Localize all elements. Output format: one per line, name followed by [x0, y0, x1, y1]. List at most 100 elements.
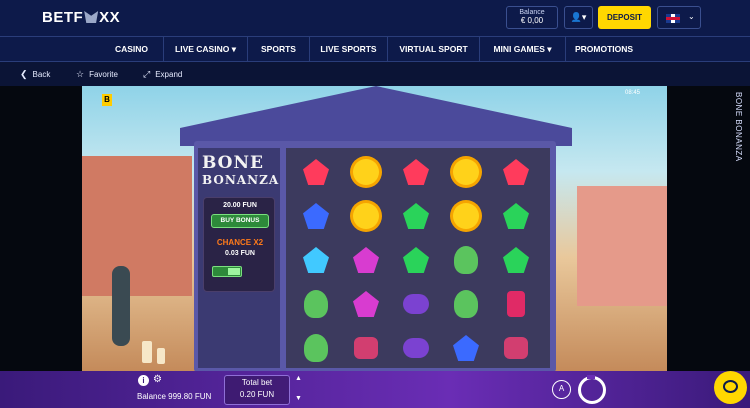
- favorite-button[interactable]: ☆ Favorite: [76, 62, 118, 86]
- chance-x2-toggle[interactable]: [212, 266, 242, 277]
- blue-gem-icon: [303, 203, 329, 229]
- grapes-icon: [403, 338, 429, 358]
- side-game-title: BONE BONANZA: [734, 92, 743, 162]
- reel-cell: [344, 150, 388, 194]
- pink-gem-icon: [353, 291, 379, 317]
- reel-cell: [394, 326, 438, 370]
- red-gem-icon: [403, 159, 429, 185]
- info-icon[interactable]: i: [138, 375, 149, 386]
- reel-cell: [344, 326, 388, 370]
- reel-cell: [394, 238, 438, 282]
- green-gem-icon: [403, 247, 429, 273]
- reel-cell: [294, 238, 338, 282]
- chevron-down-icon: ⌄: [688, 12, 695, 21]
- total-bet-display: Total bet 0.20 FUN: [224, 375, 290, 405]
- balance-label: Balance: [519, 9, 545, 16]
- reel-cell: [294, 282, 338, 326]
- nav-mini-games[interactable]: MINI GAMES ▾: [480, 37, 566, 62]
- blue-gem-icon: [453, 335, 479, 361]
- reel-cell: [494, 238, 538, 282]
- balance-value: € 0,00: [520, 16, 544, 25]
- skull-icon: [454, 246, 478, 274]
- game-clock: 08:45: [625, 90, 641, 96]
- nav-casino[interactable]: CASINO: [100, 37, 164, 62]
- bet-increase-icon[interactable]: ▲: [295, 375, 302, 382]
- gear-icon[interactable]: ⚙: [153, 374, 162, 385]
- star-icon: ☆: [76, 69, 85, 79]
- mustache-icon: [354, 337, 378, 359]
- red-gem-icon: [303, 159, 329, 185]
- pink-gem-icon: [353, 247, 379, 273]
- language-selector[interactable]: ⌄: [657, 6, 701, 29]
- buy-bonus-price: 20.00 FUN: [223, 202, 257, 209]
- candle-decoration: [157, 348, 165, 364]
- reel-cell: [394, 150, 438, 194]
- spin-button[interactable]: [578, 375, 606, 404]
- reel-cell: [294, 326, 338, 370]
- candle-decoration: [142, 341, 152, 363]
- reel-cell: [394, 194, 438, 238]
- background-house-right: [577, 186, 667, 306]
- uk-flag-icon: [666, 14, 680, 23]
- back-arrow-icon: ❮: [20, 69, 28, 79]
- autoplay-button[interactable]: A: [552, 380, 571, 399]
- total-bet-label: Total bet: [241, 378, 273, 387]
- nav-sports[interactable]: SPORTS: [248, 37, 310, 62]
- sun-icon: [353, 159, 379, 185]
- game-control-bar: i ⚙ Balance 999.80 FUN Total bet 0.20 FU…: [0, 371, 750, 408]
- game-logo-line2: BONANZA: [202, 173, 280, 187]
- reel-cell: [494, 282, 538, 326]
- reel-cell: [344, 238, 388, 282]
- green-gem-icon: [403, 203, 429, 229]
- reel-cell: [444, 150, 488, 194]
- green-gem-icon: [503, 203, 529, 229]
- chance-x2-price: 0.03 FUN: [225, 250, 255, 257]
- nav-live-sports[interactable]: LIVE SPORTS: [310, 37, 388, 62]
- sun-icon: [453, 159, 479, 185]
- grapes-icon: [403, 294, 429, 314]
- skull-icon: [454, 290, 478, 318]
- sun-icon: [353, 203, 379, 229]
- mustache-icon: [504, 337, 528, 359]
- expand-icon: ⤢: [143, 69, 151, 79]
- balance-display: Balance € 0,00: [506, 6, 558, 29]
- skull-icon: [304, 290, 328, 318]
- bet-decrease-icon[interactable]: ▼: [295, 395, 302, 402]
- reel-cell: [494, 326, 538, 370]
- user-menu-button[interactable]: 👤▾: [564, 6, 593, 29]
- game-balance: Balance 999.80 FUN: [137, 392, 212, 401]
- fox-icon: [84, 11, 99, 23]
- reel-cell: [444, 326, 488, 370]
- temple-roof: [180, 86, 572, 146]
- skull-icon: [304, 334, 328, 362]
- reel-cell: [494, 194, 538, 238]
- reel-cell: [394, 282, 438, 326]
- reel-cell: [444, 238, 488, 282]
- green-gem-icon: [503, 247, 529, 273]
- reel-cell: [444, 282, 488, 326]
- expand-button[interactable]: ⤢ Expand: [143, 62, 182, 86]
- game-toolbar: ❮ Back ☆ Favorite ⤢ Expand: [0, 62, 750, 86]
- game-logo-line1: BONE: [202, 153, 264, 173]
- nav-promotions[interactable]: PROMOTIONS: [566, 37, 642, 62]
- reel-grid: [286, 148, 550, 368]
- potion-icon: [507, 291, 525, 317]
- user-icon: 👤▾: [570, 12, 587, 22]
- game-provider-badge: B: [102, 94, 112, 106]
- reel-cell: [344, 282, 388, 326]
- total-bet-value: 0.20 FUN: [239, 390, 275, 399]
- sun-icon: [453, 203, 479, 229]
- chat-support-button[interactable]: [714, 371, 747, 404]
- reel-cell: [294, 150, 338, 194]
- buy-bonus-button[interactable]: BUY BONUS: [211, 214, 269, 228]
- reel-cell: [494, 150, 538, 194]
- back-button[interactable]: ❮ Back: [20, 62, 50, 86]
- top-header: BETF XX Balance € 0,00 👤▾ DEPOSIT ⌄: [0, 0, 750, 36]
- cactus-decoration: [112, 266, 130, 346]
- betfoxx-logo[interactable]: BETF XX: [42, 9, 120, 26]
- nav-live-casino[interactable]: LIVE CASINO ▾: [164, 37, 248, 62]
- reel-cell: [344, 194, 388, 238]
- reel-cell: [294, 194, 338, 238]
- nav-virtual-sport[interactable]: VIRTUAL SPORT: [388, 37, 480, 62]
- deposit-button[interactable]: DEPOSIT: [598, 6, 651, 29]
